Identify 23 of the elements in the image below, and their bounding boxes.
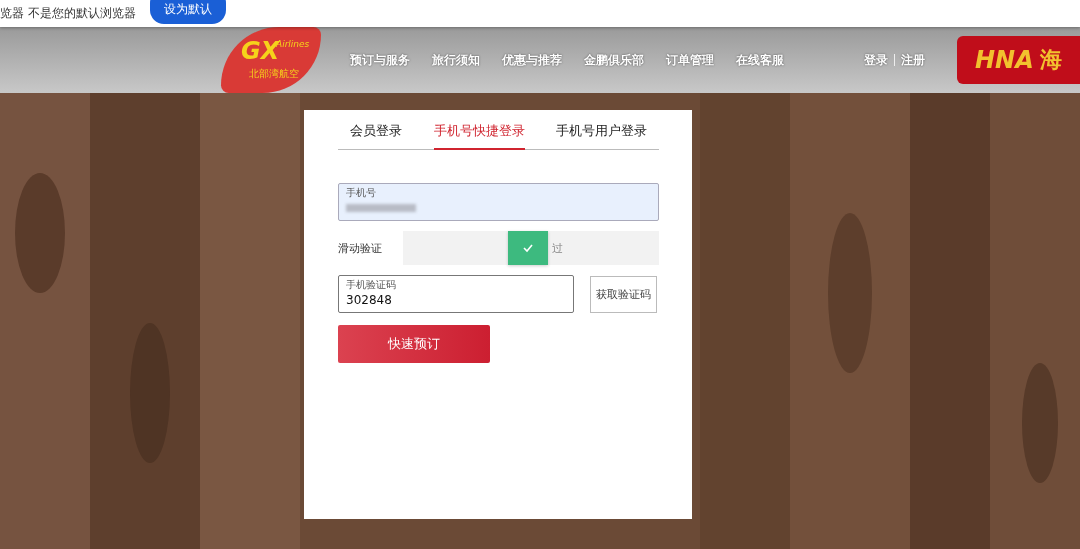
get-code-button[interactable]: 获取验证码 xyxy=(590,275,657,313)
nav-link[interactable]: 预订与服务 xyxy=(350,51,410,69)
blurred-value xyxy=(346,204,416,212)
account-link[interactable]: 登录 xyxy=(864,51,888,69)
nav-link[interactable]: 订单管理 xyxy=(666,51,714,69)
partner-logo[interactable]: HNA 海 xyxy=(957,36,1080,84)
nav-link[interactable]: 金鹏俱乐部 xyxy=(584,51,644,69)
nav-link[interactable]: 旅行须知 xyxy=(432,51,480,69)
set-default-button[interactable]: 设为默认 xyxy=(149,0,226,24)
login-tab[interactable]: 会员登录 xyxy=(350,110,402,150)
submit-button[interactable]: 快速预订 xyxy=(338,325,490,363)
account-link[interactable]: 注册 xyxy=(901,51,925,69)
nav-link[interactable]: 在线客服 xyxy=(736,51,784,69)
default-browser-message: 览器 不是您的默认浏览器 xyxy=(0,5,136,22)
login-tab[interactable]: 手机号用户登录 xyxy=(556,110,647,150)
sms-code-input-field[interactable]: 手机验证码 302848 xyxy=(338,275,574,313)
slider-label: 滑动验证 xyxy=(338,240,383,256)
check-icon xyxy=(522,243,535,253)
phone-input-field[interactable]: 手机号 xyxy=(338,183,659,221)
login-tab[interactable]: 手机号快捷登录 xyxy=(433,110,525,150)
nav-link[interactable]: 优惠与推荐 xyxy=(502,51,562,69)
slider-status-text: 过 xyxy=(552,240,563,256)
slider-handle[interactable] xyxy=(508,231,549,265)
